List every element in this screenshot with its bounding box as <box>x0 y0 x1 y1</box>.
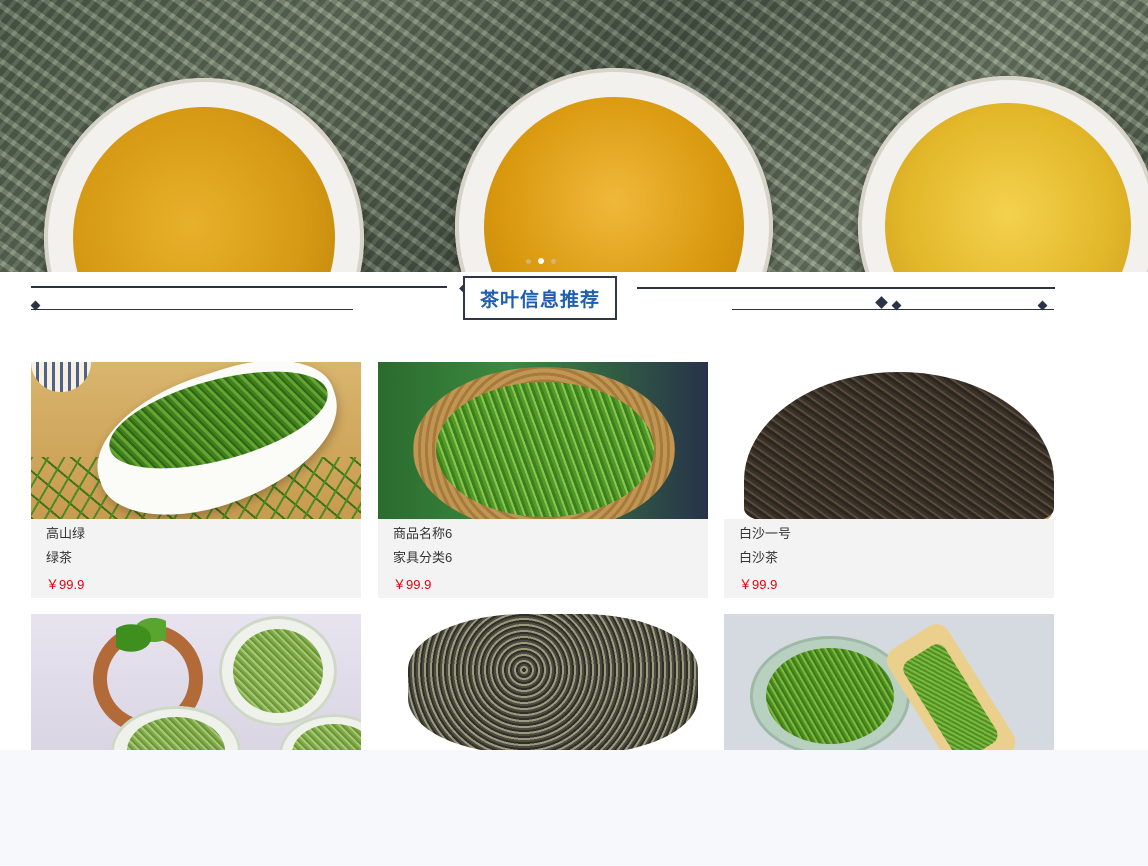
product-card[interactable] <box>724 614 1054 750</box>
product-image <box>724 362 1054 519</box>
product-image <box>31 614 361 750</box>
product-price: ￥99.9 <box>739 577 778 592</box>
product-category: 白沙茶 <box>739 550 779 565</box>
product-image <box>724 614 1054 750</box>
product-image <box>378 614 708 750</box>
hero-banner[interactable] <box>0 0 1148 272</box>
product-name: 商品名称6 <box>393 526 453 541</box>
carousel-indicators <box>526 257 556 265</box>
product-card[interactable]: 商品名称6 家具分类6 ￥99.9 <box>378 362 708 598</box>
section-title: 茶叶信息推荐 <box>463 276 617 320</box>
product-name: 白沙一号 <box>739 526 792 541</box>
product-image <box>31 362 361 519</box>
product-image <box>378 362 708 519</box>
page-footer-area <box>0 750 1148 866</box>
product-price: ￥99.9 <box>393 577 432 592</box>
carousel-dot-3[interactable] <box>551 258 556 264</box>
product-category: 家具分类6 <box>393 550 453 565</box>
product-price: ￥99.9 <box>46 577 85 592</box>
product-card[interactable] <box>31 614 361 750</box>
carousel-dot-2[interactable] <box>538 258 544 264</box>
product-category: 绿茶 <box>46 550 73 565</box>
product-card[interactable]: 白沙一号 白沙茶 ￥99.9 <box>724 362 1054 598</box>
product-card[interactable] <box>378 614 708 750</box>
product-name: 高山绿 <box>46 526 86 541</box>
carousel-dot-1[interactable] <box>526 258 531 264</box>
product-card[interactable]: 高山绿 绿茶 ￥99.9 <box>31 362 361 598</box>
